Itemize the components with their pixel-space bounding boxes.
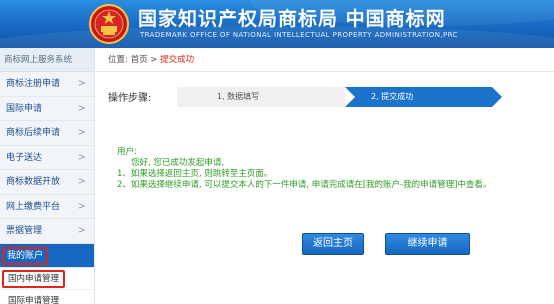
- step-submit-success: 2, 提交成功: [345, 87, 502, 107]
- return-home-button[interactable]: 返回主页: [302, 233, 364, 255]
- sidebar-item-label: 商标注册申请: [6, 79, 61, 89]
- success-message: 用户: 您好, 您已成功发起申请, 1、如果选择返回主页, 则跳转至主页面。 2…: [117, 147, 491, 191]
- chevron-right-icon: >: [77, 151, 86, 163]
- breadcrumb: 位置: 首页 > 提交成功: [96, 48, 554, 72]
- national-emblem-icon: [89, 4, 129, 44]
- sidebar-title: 商标网上服务系统: [0, 48, 94, 72]
- step-data-entry: 1, 数据填写: [177, 87, 362, 107]
- chevron-right-icon: >: [77, 102, 86, 114]
- sidebar-item-label: 国际申请: [6, 103, 43, 114]
- chevron-right-icon: >: [77, 225, 86, 236]
- sidebar-subitem-domestic-application-management[interactable]: 国内申请管理: [0, 268, 94, 290]
- sidebar: 商标网上服务系统 商标注册申请 > 国际申请 > 商标后续申请 > 电子送达 >…: [0, 48, 95, 304]
- sidebar-item-label: 我的账户: [2, 246, 49, 265]
- breadcrumb-prefix: 位置:: [108, 55, 128, 65]
- message-option-continue: 2、如果选择继续申请, 可以提交本人的下一件申请, 申请完成请在[我的账户-我的…: [117, 180, 492, 190]
- sidebar-item-my-account[interactable]: 我的账户: [0, 243, 94, 268]
- site-subtitle: TRADEMARK OFFICE OF NATIONAL INTELLECTUA…: [140, 31, 458, 39]
- sidebar-item-online-payment[interactable]: 网上缴费平台 >: [0, 195, 94, 219]
- sidebar-item-subsequent-application[interactable]: 商标后续申请 >: [0, 121, 94, 146]
- site-title: 国家知识产权局商标局 中国商标网: [138, 8, 446, 30]
- sidebar-item-open-data[interactable]: 商标数据开放 >: [0, 170, 94, 195]
- progress-steps: 1, 数据填写 2, 提交成功: [177, 87, 502, 107]
- site-header-banner: 国家知识产权局商标局 中国商标网 TRADEMARK OFFICE OF NAT…: [0, 0, 554, 48]
- message-user: 用户:: [117, 147, 137, 157]
- breadcrumb-current: 提交成功: [160, 55, 195, 65]
- chevron-right-icon: >: [77, 78, 86, 89]
- chevron-right-icon: >: [77, 200, 86, 212]
- chevron-right-icon: >: [77, 127, 86, 138]
- sidebar-subitem-label: 国内申请管理: [2, 270, 66, 288]
- sidebar-item-label: 票据管理: [6, 226, 43, 236]
- sidebar-item-label: 商标数据开放: [6, 177, 61, 187]
- sidebar-item-trademark-registration[interactable]: 商标注册申请 >: [0, 72, 94, 97]
- sidebar-item-label: 电子送达: [6, 152, 43, 163]
- breadcrumb-separator: >: [150, 55, 158, 65]
- continue-application-button[interactable]: 继续申请: [385, 233, 470, 255]
- sidebar-subitem-international-application-management[interactable]: 国际申请管理: [0, 290, 94, 304]
- sidebar-subitem-label: 国际申请管理: [8, 296, 60, 304]
- sidebar-item-label: 网上缴费平台: [6, 201, 61, 212]
- message-greeting: 您好, 您已成功发起申请,: [131, 158, 225, 168]
- sidebar-item-international-application[interactable]: 国际申请 >: [0, 97, 94, 121]
- sidebar-item-label: 商标后续申请: [6, 128, 61, 138]
- sidebar-item-invoice-management[interactable]: 票据管理 >: [0, 219, 94, 244]
- message-option-home: 1、如果选择返回主页, 则跳转至主页面。: [117, 169, 273, 179]
- breadcrumb-home-link[interactable]: 首页: [131, 55, 148, 65]
- chevron-right-icon: >: [77, 176, 86, 187]
- sidebar-item-electronic-delivery[interactable]: 电子送达 >: [0, 146, 94, 170]
- steps-label: 操作步骤:: [108, 93, 152, 104]
